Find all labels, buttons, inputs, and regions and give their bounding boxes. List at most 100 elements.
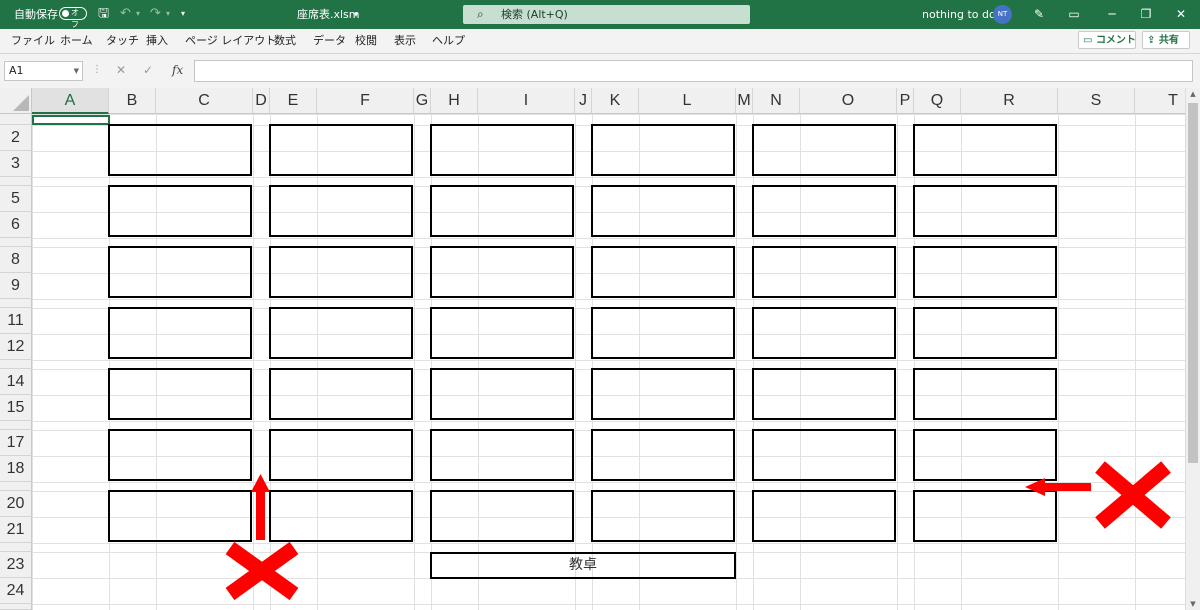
seat-box[interactable] xyxy=(269,368,413,420)
enter-icon[interactable]: ✓ xyxy=(143,62,153,78)
row-header[interactable]: 6 xyxy=(0,212,32,238)
seat-box[interactable] xyxy=(108,490,252,542)
column-header[interactable]: L xyxy=(639,88,736,114)
seat-box[interactable] xyxy=(269,429,413,481)
scroll-thumb[interactable] xyxy=(1188,103,1198,463)
seat-box[interactable] xyxy=(591,490,735,542)
tab-home[interactable]: ホーム xyxy=(60,29,93,53)
seat-box[interactable] xyxy=(108,429,252,481)
column-header[interactable]: G xyxy=(414,88,431,114)
seat-box[interactable] xyxy=(430,429,574,481)
row-header[interactable] xyxy=(0,421,32,430)
avatar[interactable]: NT xyxy=(993,5,1012,24)
seat-box[interactable] xyxy=(913,185,1057,237)
redo-icon[interactable]: ↷ xyxy=(150,6,161,22)
worksheet-grid[interactable]: A B C D E F G H I J K L M N O P Q R S T 2 3 5 6 8 9 11 12 14 15 17 18 20… xyxy=(0,88,1185,610)
name-box-dropdown-icon[interactable]: ▼ xyxy=(74,62,79,80)
seat-box[interactable] xyxy=(430,246,574,298)
row-header[interactable]: 20 xyxy=(0,491,32,517)
row-header[interactable]: 5 xyxy=(0,186,32,212)
share-button[interactable]: ⇪ 共有 xyxy=(1142,31,1190,49)
seat-box[interactable] xyxy=(430,185,574,237)
column-header[interactable]: B xyxy=(109,88,156,114)
column-header[interactable]: J xyxy=(575,88,592,114)
column-header[interactable]: T xyxy=(1135,88,1185,114)
file-name-caret[interactable]: ▾ xyxy=(354,0,358,29)
seat-box[interactable] xyxy=(913,368,1057,420)
tab-formulas[interactable]: 数式 xyxy=(274,29,296,53)
seat-box[interactable] xyxy=(913,307,1057,359)
seat-box[interactable] xyxy=(913,246,1057,298)
ribbon-display-icon[interactable]: ▭ xyxy=(1059,0,1089,29)
seat-box[interactable] xyxy=(591,246,735,298)
row-header[interactable]: 18 xyxy=(0,456,32,482)
row-header[interactable] xyxy=(0,604,32,610)
row-header[interactable] xyxy=(0,299,32,308)
file-name[interactable]: 座席表.xlsm xyxy=(297,0,360,29)
seat-box[interactable] xyxy=(752,246,896,298)
seat-box[interactable] xyxy=(430,307,574,359)
seat-box[interactable] xyxy=(108,124,252,176)
tab-data[interactable]: データ xyxy=(313,29,346,53)
seat-box[interactable] xyxy=(752,429,896,481)
tab-help[interactable]: ヘルプ xyxy=(432,29,465,53)
restore-icon[interactable]: ❐ xyxy=(1131,0,1161,29)
tab-file[interactable]: ファイル xyxy=(11,29,55,53)
name-box[interactable]: A1 ▼ xyxy=(4,61,83,81)
seat-box[interactable] xyxy=(591,185,735,237)
seat-box[interactable] xyxy=(913,429,1057,481)
tab-page-layout[interactable]: ページ レイアウト xyxy=(185,29,276,53)
undo-dropdown-icon[interactable]: ▾ xyxy=(136,6,140,22)
comment-button[interactable]: ▭ コメント xyxy=(1078,31,1136,49)
row-header[interactable]: 2 xyxy=(0,125,32,151)
autosave-toggle[interactable]: オフ xyxy=(59,7,87,29)
row-header[interactable]: 12 xyxy=(0,334,32,360)
seat-box[interactable] xyxy=(430,124,574,176)
column-header[interactable]: C xyxy=(156,88,253,114)
customize-qat-icon[interactable]: ▾ xyxy=(181,6,185,22)
seat-box[interactable] xyxy=(752,368,896,420)
row-header[interactable]: 11 xyxy=(0,308,32,334)
minimize-icon[interactable]: ─ xyxy=(1097,0,1127,29)
row-header[interactable]: 23 xyxy=(0,552,32,578)
row-header[interactable]: 24 xyxy=(0,578,32,604)
column-header[interactable]: Q xyxy=(914,88,961,114)
teacher-desk-box[interactable]: 教卓 xyxy=(430,552,736,579)
seat-box[interactable] xyxy=(108,246,252,298)
row-header[interactable]: 3 xyxy=(0,151,32,177)
insert-function-icon[interactable]: fx xyxy=(172,62,183,78)
select-all-corner[interactable] xyxy=(0,88,32,114)
seat-box[interactable] xyxy=(752,307,896,359)
close-icon[interactable]: ✕ xyxy=(1166,0,1196,29)
tab-insert[interactable]: 挿入 xyxy=(146,29,168,53)
vertical-scrollbar[interactable]: ▲ ▼ xyxy=(1185,88,1200,610)
tab-touch[interactable]: タッチ xyxy=(106,29,139,53)
seat-box[interactable] xyxy=(752,490,896,542)
seat-box[interactable] xyxy=(913,124,1057,176)
row-header[interactable]: 21 xyxy=(0,517,32,543)
seat-box[interactable] xyxy=(108,185,252,237)
column-header[interactable]: R xyxy=(961,88,1058,114)
save-icon[interactable]: 🖫 xyxy=(98,6,109,22)
seat-box[interactable] xyxy=(752,185,896,237)
pen-icon[interactable]: ✎ xyxy=(1024,0,1054,29)
seat-box[interactable] xyxy=(269,490,413,542)
seat-box[interactable] xyxy=(269,185,413,237)
seat-box[interactable] xyxy=(591,429,735,481)
row-header[interactable] xyxy=(0,482,32,491)
search-box[interactable]: ⌕ 検索 (Alt+Q) xyxy=(463,5,750,24)
row-header[interactable]: 9 xyxy=(0,273,32,299)
column-header[interactable]: O xyxy=(800,88,897,114)
seat-box[interactable] xyxy=(591,368,735,420)
column-header[interactable]: I xyxy=(478,88,575,114)
row-header[interactable]: 17 xyxy=(0,430,32,456)
column-header[interactable]: E xyxy=(270,88,317,114)
row-header[interactable]: 15 xyxy=(0,395,32,421)
seat-box[interactable] xyxy=(430,490,574,542)
seat-box[interactable] xyxy=(269,307,413,359)
seat-box[interactable] xyxy=(913,490,1057,542)
column-header[interactable]: K xyxy=(592,88,639,114)
seat-box[interactable] xyxy=(752,124,896,176)
scroll-up-icon[interactable]: ▲ xyxy=(1186,88,1200,100)
column-header[interactable]: D xyxy=(253,88,270,114)
